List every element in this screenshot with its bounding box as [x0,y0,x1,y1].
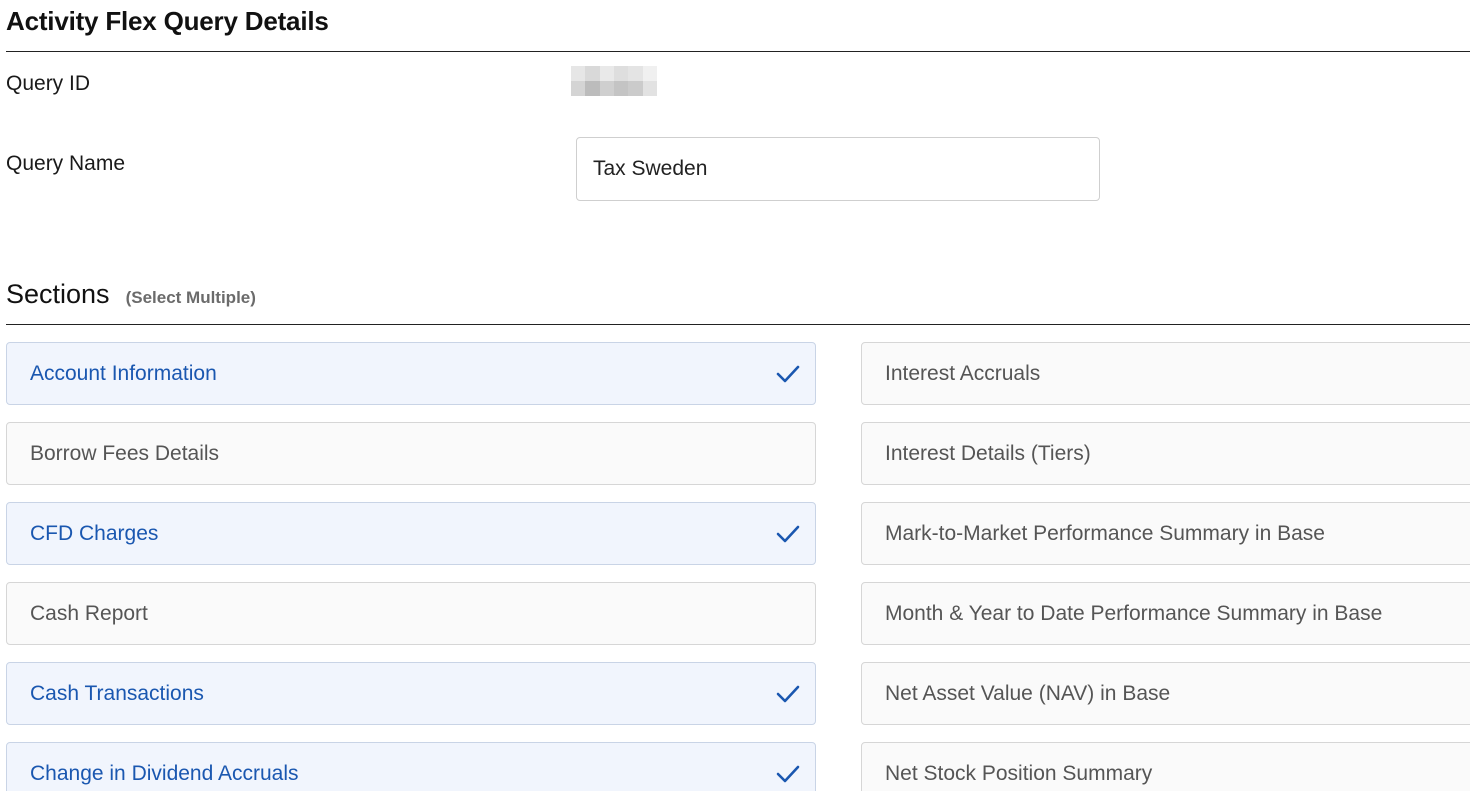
section-option-label: Net Stock Position Summary [885,761,1153,785]
query-id-label: Query ID [6,72,91,95]
section-option-interest-accruals[interactable]: Interest Accruals [861,342,1470,405]
page-title: Activity Flex Query Details [6,6,329,36]
flex-query-details-page: Activity Flex Query Details Query ID Que… [0,0,1470,791]
section-option-interest-details-tiers[interactable]: Interest Details (Tiers) [861,422,1470,485]
section-option-label: Interest Details (Tiers) [885,441,1091,465]
section-option-label: Mark-to-Market Performance Summary in Ba… [885,521,1325,545]
sections-divider [6,324,1470,325]
section-option-net-asset-value-nav-in-base[interactable]: Net Asset Value (NAV) in Base [861,662,1470,725]
title-divider [6,51,1470,52]
section-option-label: Change in Dividend Accruals [30,761,299,785]
query-name-input[interactable] [576,137,1100,201]
section-option-borrow-fees-details[interactable]: Borrow Fees Details [6,422,816,485]
section-option-cash-report[interactable]: Cash Report [6,582,816,645]
section-option-label: Interest Accruals [885,361,1041,385]
section-option-label: Account Information [30,361,217,385]
section-option-mark-to-market-performance-summary-in-base[interactable]: Mark-to-Market Performance Summary in Ba… [861,502,1470,565]
query-name-label: Query Name [6,152,126,175]
section-option-label: Cash Transactions [30,681,204,705]
checkmark-icon [776,525,800,542]
section-option-cash-transactions[interactable]: Cash Transactions [6,662,816,725]
sections-subtitle: (Select Multiple) [125,288,256,307]
section-option-cfd-charges[interactable]: CFD Charges [6,502,816,565]
section-option-label: Net Asset Value (NAV) in Base [885,681,1171,705]
section-option-label: Cash Report [30,601,148,625]
sections-header: Sections (Select Multiple) [6,279,256,310]
section-option-label: Borrow Fees Details [30,441,220,465]
section-option-month-and-year-to-date-performance-summary-in-base[interactable]: Month & Year to Date Performance Summary… [861,582,1470,645]
checkmark-icon [776,365,800,382]
section-option-account-information[interactable]: Account Information [6,342,816,405]
query-id-value-redacted [571,66,657,96]
checkmark-icon [776,765,800,782]
checkmark-icon [776,685,800,702]
section-option-label: Month & Year to Date Performance Summary… [885,601,1383,625]
sections-title: Sections [6,279,110,309]
section-option-net-stock-position-summary[interactable]: Net Stock Position Summary [861,742,1470,791]
section-option-change-in-dividend-accruals[interactable]: Change in Dividend Accruals [6,742,816,791]
section-option-label: CFD Charges [30,521,159,545]
